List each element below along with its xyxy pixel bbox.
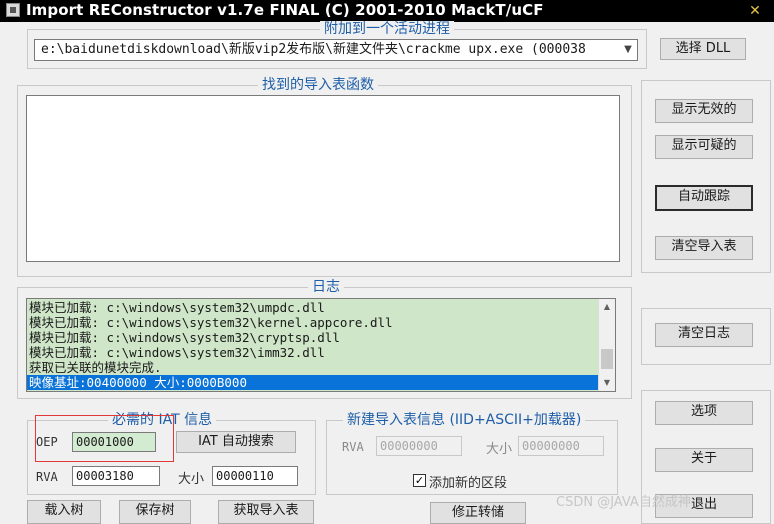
add-section-checkbox[interactable]: ✓: [413, 474, 426, 487]
log-title: 日志: [308, 279, 344, 295]
scroll-down-icon[interactable]: ▼: [599, 375, 615, 391]
log-line: 模块已加载: c:\windows\system32\kernel.appcor…: [29, 315, 393, 330]
clear-imports-button[interactable]: 清空导入表: [655, 236, 753, 260]
log-line-selected[interactable]: 映像基址:00400000 大小:0000B000: [27, 375, 601, 390]
fix-dump-button[interactable]: 修正转储: [430, 502, 526, 524]
new-size-field: 00000000: [518, 436, 604, 456]
log-line: 模块已加载: c:\windows\system32\umpdc.dll: [29, 300, 325, 315]
size-label: 大小: [178, 472, 205, 487]
log-list[interactable]: 模块已加载: c:\windows\system32\umpdc.dll 模块已…: [26, 298, 616, 392]
imports-tree[interactable]: [26, 95, 620, 262]
imports-title: 找到的导入表函数: [258, 77, 378, 93]
chevron-down-icon[interactable]: ▼: [619, 41, 637, 59]
process-select[interactable]: e:\baidunetdiskdownload\新版vip2发布版\新建文件夹\…: [34, 39, 638, 61]
new-rva-field: 00000000: [376, 436, 462, 456]
iat-autosearch-button[interactable]: IAT 自动搜索: [176, 431, 296, 453]
log-line: 模块已加载: c:\windows\system32\cryptsp.dll: [29, 330, 340, 345]
clear-log-button[interactable]: 清空日志: [655, 323, 753, 347]
oep-label: OEP: [36, 435, 58, 449]
close-icon[interactable]: ✕: [746, 2, 764, 20]
rva-label: RVA: [36, 470, 58, 484]
size-field[interactable]: 00000110: [212, 466, 298, 486]
log-line: 获取已关联的模块完成.: [29, 360, 162, 375]
log-scrollbar[interactable]: ▲ ▼: [598, 299, 615, 391]
new-rva-label: RVA: [342, 440, 364, 454]
title-bar[interactable]: Import REConstructor v1.7e FINAL (C) 200…: [0, 0, 774, 22]
rva-field[interactable]: 00003180: [72, 466, 160, 486]
app-icon: [6, 3, 20, 17]
watermark: CSDN @JAVA自然成神: [556, 495, 691, 510]
new-size-label: 大小: [486, 442, 513, 457]
new-import-title: 新建导入表信息 (IID+ASCII+加载器): [343, 412, 586, 428]
auto-trace-button[interactable]: 自动跟踪: [655, 185, 753, 211]
show-invalid-button[interactable]: 显示无效的: [655, 99, 753, 123]
options-button[interactable]: 选项: [655, 401, 753, 425]
load-tree-button[interactable]: 载入树: [27, 500, 101, 524]
add-section-label[interactable]: 添加新的区段: [429, 472, 507, 491]
scroll-thumb[interactable]: [601, 349, 613, 369]
get-imports-button[interactable]: 获取导入表: [218, 500, 314, 524]
oep-field[interactable]: 00001000: [72, 432, 156, 452]
process-select-value: e:\baidunetdiskdownload\新版vip2发布版\新建文件夹\…: [41, 42, 586, 57]
show-suspect-button[interactable]: 显示可疑的: [655, 135, 753, 159]
attach-process-title: 附加到一个活动进程: [320, 21, 454, 37]
save-tree-button[interactable]: 保存树: [119, 500, 191, 524]
about-button[interactable]: 关于: [655, 448, 753, 472]
window-title: Import REConstructor v1.7e FINAL (C) 200…: [26, 1, 544, 19]
pick-dll-button[interactable]: 选择 DLL: [660, 38, 746, 60]
scroll-up-icon[interactable]: ▲: [599, 299, 615, 315]
log-line: 模块已加载: c:\windows\system32\imm32.dll: [29, 345, 325, 360]
